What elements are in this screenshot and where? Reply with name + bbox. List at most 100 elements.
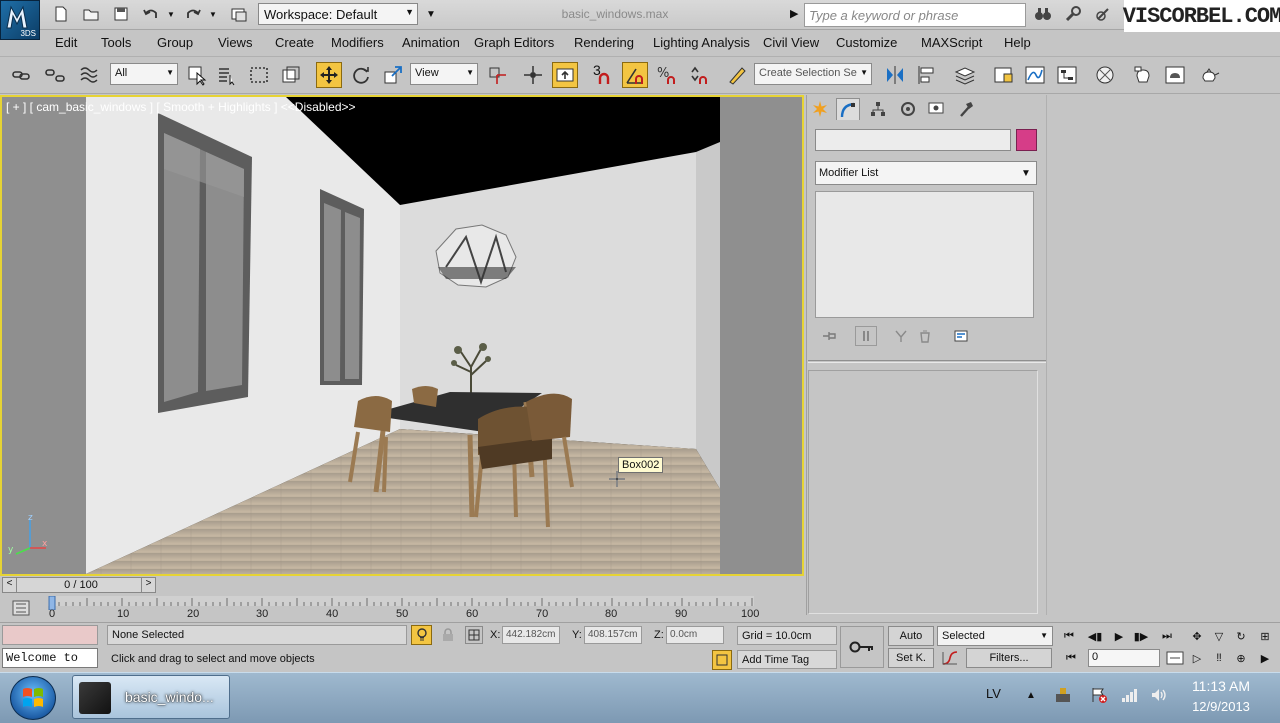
key-mode-toggle[interactable]: ⏮	[1060, 648, 1082, 668]
menu-rendering[interactable]: Rendering	[574, 35, 634, 50]
tab-modify[interactable]	[836, 98, 860, 120]
remove-modifier-button[interactable]	[914, 326, 936, 346]
select-and-scale-button[interactable]	[380, 62, 406, 88]
align-button[interactable]	[914, 62, 940, 88]
default-tangent-button[interactable]	[938, 648, 962, 668]
select-and-rotate-button[interactable]	[348, 62, 374, 88]
menu-tools[interactable]: Tools	[101, 35, 131, 50]
tab-hierarchy[interactable]	[866, 98, 890, 120]
open-file-button[interactable]	[80, 3, 102, 25]
rectangular-selection-button[interactable]	[246, 62, 272, 88]
current-frame-input[interactable]: 0	[1088, 649, 1160, 667]
zoom-extents-button[interactable]: ▶	[1254, 648, 1276, 668]
select-by-name-button[interactable]	[214, 62, 240, 88]
quick-access-menu-button[interactable]: ▼	[420, 3, 442, 25]
viewport-label-menu[interactable]: [ + ] [ cam_basic_windows ] [ Smooth + H…	[6, 100, 356, 114]
maxscript-mini-listener-input[interactable]: Welcome to	[2, 648, 98, 668]
undo-dropdown[interactable]: ▼	[164, 3, 178, 25]
curve-editor-button[interactable]	[1022, 62, 1048, 88]
communication-button[interactable]	[1092, 3, 1114, 25]
render-setup-button[interactable]	[1130, 62, 1156, 88]
absolute-mode-button[interactable]	[465, 626, 483, 644]
rendered-frame-window-button[interactable]	[1162, 62, 1188, 88]
edit-named-selection-button[interactable]	[724, 62, 750, 88]
window-crossing-button[interactable]	[278, 62, 304, 88]
select-and-link-button[interactable]	[8, 62, 34, 88]
selection-lock-button[interactable]	[440, 627, 456, 643]
scene-explorer-button[interactable]	[990, 62, 1016, 88]
isolate-selection-button[interactable]	[411, 625, 432, 645]
dolly-button[interactable]: ▷	[1186, 648, 1208, 668]
keyboard-shortcut-override-button[interactable]	[552, 62, 578, 88]
add-time-tag[interactable]: Add Time Tag	[737, 650, 837, 669]
menu-maxscript[interactable]: MAXScript	[921, 35, 982, 50]
schematic-view-button[interactable]	[1054, 62, 1080, 88]
scene-render[interactable]	[86, 97, 720, 574]
snaps-toggle-button[interactable]: 3	[590, 62, 616, 88]
go-to-end-button[interactable]: ⏭	[1156, 626, 1178, 646]
time-configuration-button[interactable]	[1162, 648, 1188, 668]
set-key-mode-button[interactable]: Set K.	[888, 648, 934, 668]
layer-manager-button[interactable]	[952, 62, 978, 88]
steering-wheel-button[interactable]: ⊕	[1230, 648, 1252, 668]
time-tag-toggle[interactable]	[712, 650, 732, 670]
app-menu-button[interactable]: 3DS	[0, 0, 40, 40]
maximize-viewport-button[interactable]: ⊞	[1254, 626, 1276, 646]
previous-frame-button[interactable]: ◀▮	[1084, 626, 1106, 646]
y-coord-input[interactable]: 408.157cm	[584, 626, 642, 644]
object-color-swatch[interactable]	[1016, 129, 1037, 151]
auto-key-button[interactable]: Auto	[888, 626, 934, 646]
new-file-button[interactable]	[50, 3, 72, 25]
action-center-button[interactable]	[1090, 686, 1108, 704]
spinner-snap-button[interactable]	[686, 62, 712, 88]
menu-graph-editors[interactable]: Graph Editors	[474, 35, 554, 50]
clock-date[interactable]: 12/9/2013	[1183, 699, 1259, 714]
x-coord-input[interactable]: 442.182cm	[502, 626, 560, 644]
material-editor-button[interactable]	[1092, 62, 1118, 88]
pan-view-button[interactable]: ✥	[1186, 626, 1208, 646]
maxscript-listener-mini[interactable]	[2, 625, 98, 645]
tray-app-icon[interactable]	[1054, 686, 1072, 704]
field-of-view-button[interactable]: ▽	[1208, 626, 1230, 646]
make-unique-button[interactable]	[890, 326, 912, 346]
menu-civil-view[interactable]: Civil View	[763, 35, 819, 50]
percent-snap-button[interactable]: %	[654, 62, 680, 88]
key-filter-selection-dropdown[interactable]: Selected ▼	[937, 626, 1053, 646]
selection-filter-dropdown[interactable]: All ▼	[110, 63, 178, 85]
binoculars-button[interactable]	[1032, 3, 1054, 25]
render-production-button[interactable]	[1196, 62, 1222, 88]
menu-edit[interactable]: Edit	[55, 35, 77, 50]
menu-customize[interactable]: Customize	[836, 35, 897, 50]
modifier-stack[interactable]	[815, 191, 1034, 318]
time-slider-thumb[interactable]: 0 / 100	[19, 578, 143, 592]
redo-button[interactable]	[182, 3, 204, 25]
tab-create[interactable]	[808, 98, 832, 120]
menu-views[interactable]: Views	[218, 35, 252, 50]
time-prev-button[interactable]: <	[3, 578, 17, 592]
taskbar-3dsmax-app[interactable]: basic_windo...	[72, 675, 230, 719]
tab-motion[interactable]	[896, 98, 920, 120]
select-manipulate-button[interactable]	[520, 62, 546, 88]
search-input[interactable]: Type a keyword or phrase	[804, 3, 1026, 27]
mirror-button[interactable]	[882, 62, 908, 88]
pin-stack-button[interactable]	[818, 326, 840, 346]
modifier-list-dropdown[interactable]: Modifier List ▼	[815, 161, 1037, 185]
volume-button[interactable]	[1150, 686, 1168, 704]
orbit-button[interactable]: ↻	[1230, 626, 1252, 646]
select-object-button[interactable]	[184, 62, 210, 88]
z-coord-input[interactable]: 0.0cm	[666, 626, 724, 644]
configure-modifier-sets-button[interactable]	[950, 326, 972, 346]
next-frame-button[interactable]: ▮▶	[1130, 626, 1152, 646]
save-button[interactable]	[110, 3, 132, 25]
workspace-dropdown[interactable]: Workspace: Default ▼	[258, 3, 418, 25]
redo-dropdown[interactable]: ▼	[206, 3, 220, 25]
track-bar[interactable]: 0 10 20 30 40 50 60 70 80 90 100	[0, 596, 804, 622]
time-slider[interactable]: < 0 / 100 >	[2, 577, 156, 593]
go-to-start-button[interactable]: ⏮	[1058, 626, 1080, 646]
tab-display[interactable]	[924, 98, 948, 120]
reference-coordinate-dropdown[interactable]: View ▼	[410, 63, 478, 85]
menu-help[interactable]: Help	[1004, 35, 1031, 50]
undo-button[interactable]	[140, 3, 162, 25]
object-name-input[interactable]	[815, 129, 1011, 151]
menu-modifiers[interactable]: Modifiers	[331, 35, 384, 50]
